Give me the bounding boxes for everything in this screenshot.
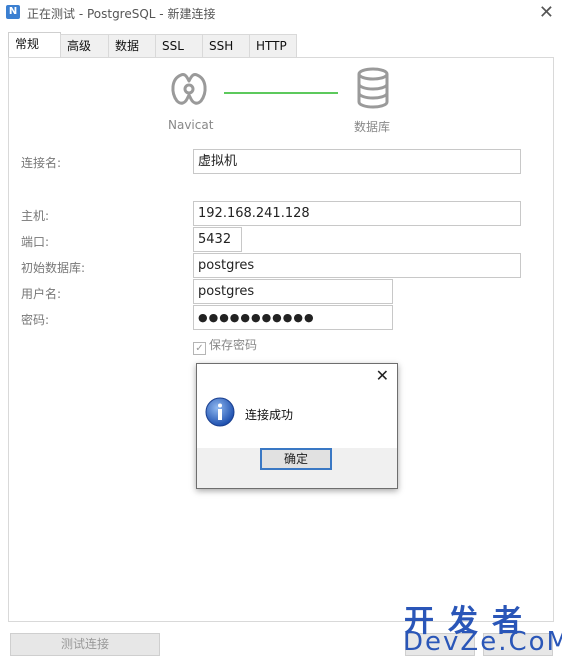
database-label: 数据库 — [354, 120, 391, 134]
info-icon — [205, 397, 235, 427]
dialog-title-bar: ✕ — [197, 364, 397, 390]
connection-name-label: 连接名: — [21, 156, 62, 170]
save-password-label: 保存密码 — [209, 338, 258, 352]
navicat-label: Navicat — [168, 118, 214, 132]
tab-ssl[interactable]: SSL — [155, 34, 203, 57]
host-label: 主机: — [21, 209, 50, 223]
window-title: 正在测试 - PostgreSQL - 新建连接 — [27, 7, 216, 21]
tab-http[interactable]: HTTP — [249, 34, 297, 57]
checkbox-checked-icon: ✓ — [193, 342, 206, 355]
dialog-close-icon[interactable]: ✕ — [376, 366, 389, 385]
connection-name-input[interactable]: 虚拟机 — [193, 149, 521, 174]
tab-advanced[interactable]: 高级 — [60, 34, 109, 57]
save-password-checkbox[interactable]: ✓ 保存密码 — [193, 336, 257, 355]
ok-button[interactable]: 确定 — [260, 448, 332, 470]
username-label: 用户名: — [21, 287, 62, 301]
success-dialog: ✕ 连接成功 确定 — [196, 363, 398, 489]
port-input[interactable]: 5432 — [193, 227, 242, 252]
tab-general[interactable]: 常规 — [8, 32, 61, 58]
navicat-logo-icon — [171, 73, 207, 105]
initial-database-input[interactable]: postgres — [193, 253, 521, 278]
watermark-bottom: DevZe.CoM — [403, 627, 562, 657]
password-label: 密码: — [21, 313, 50, 327]
dialog-body: 连接成功 — [197, 390, 397, 448]
tab-ssh[interactable]: SSH — [202, 34, 250, 57]
database-icon — [357, 67, 389, 109]
tab-databases[interactable]: 数据库 — [108, 34, 156, 76]
general-panel — [8, 57, 554, 622]
test-connection-button[interactable]: 测试连接 — [10, 633, 160, 656]
title-bar: N 正在测试 - PostgreSQL - 新建连接 ✕ — [0, 0, 562, 26]
password-input[interactable]: ●●●●●●●●●●● — [193, 305, 393, 330]
host-input[interactable]: 192.168.241.128 — [193, 201, 521, 226]
connection-line — [224, 92, 338, 94]
port-label: 端口: — [21, 235, 50, 249]
username-input[interactable]: postgres — [193, 279, 393, 304]
dialog-message: 连接成功 — [245, 408, 294, 422]
initial-database-label: 初始数据库: — [21, 261, 86, 275]
navicat-app-icon: N — [6, 5, 20, 19]
close-icon[interactable]: ✕ — [539, 2, 554, 23]
